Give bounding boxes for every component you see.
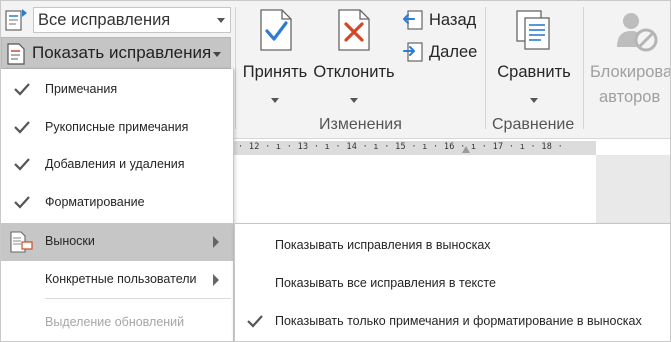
balloons-submenu: Показывать исправления в выносках Показы… xyxy=(234,223,670,341)
checkmark-icon xyxy=(14,83,30,96)
compare-button[interactable]: Сравнить xyxy=(491,7,577,111)
submenu-item-comments-formatting-in-balloons[interactable]: Показывать только примечания и форматиро… xyxy=(235,302,670,340)
balloons-icon xyxy=(10,231,33,253)
previous-change-button[interactable]: Назад xyxy=(403,9,481,33)
show-markup-icon xyxy=(7,43,25,65)
menu-item-formatting[interactable]: Форматирование xyxy=(1,184,233,222)
next-label: Далее xyxy=(429,43,478,61)
previous-icon xyxy=(403,10,423,30)
ribbon-separator xyxy=(583,7,584,129)
submenu-item-label: Показывать все исправления в тексте xyxy=(275,276,496,290)
accept-icon xyxy=(260,9,292,51)
checkmark-icon xyxy=(14,121,30,134)
group-label-compare: Сравнение xyxy=(492,116,575,133)
compare-label: Сравнить xyxy=(497,63,571,81)
block-authors-label-line1: Блокирова xyxy=(590,63,671,81)
reject-label: Отклонить xyxy=(313,63,395,81)
horizontal-ruler[interactable]: · 12 · ı · 13 · ı · 14 · ı · 15 · ı · 16… xyxy=(234,141,596,155)
menu-divider xyxy=(45,298,231,299)
group-label-changes: Изменения xyxy=(319,116,402,133)
ruler-marks: · 12 · ı · 13 · ı · 14 · ı · 15 · ı · 16… xyxy=(238,142,564,152)
ribbon-separator xyxy=(235,7,236,129)
accept-label: Принять xyxy=(242,63,308,81)
menu-item-label: Примечания xyxy=(45,82,118,96)
menu-item-insertions-deletions[interactable]: Добавления и удаления xyxy=(1,146,233,184)
menu-item-label: Форматирование xyxy=(45,195,145,209)
menu-item-comments[interactable]: Примечания xyxy=(1,71,233,109)
indent-marker-icon[interactable] xyxy=(462,146,470,153)
display-for-review-row: Все исправления xyxy=(3,5,231,35)
show-markup-menu: Примечания Рукописные примечания Добавле… xyxy=(1,69,234,341)
menu-item-balloons[interactable]: Выноски xyxy=(1,223,233,261)
chevron-down-icon xyxy=(271,98,279,103)
submenu-item-all-inline[interactable]: Показывать все исправления в тексте xyxy=(235,264,670,302)
menu-item-label: Добавления и удаления xyxy=(45,157,185,171)
next-icon xyxy=(403,42,423,62)
display-for-review-icon xyxy=(5,9,27,31)
submenu-item-label: Показывать только примечания и форматиро… xyxy=(275,314,642,328)
menu-item-highlight-updates: Выделение обновлений xyxy=(1,304,233,341)
chevron-down-icon xyxy=(350,98,358,103)
show-markup-button[interactable]: Показать исправления xyxy=(1,37,231,69)
show-markup-label: Показать исправления xyxy=(32,43,212,62)
checkmark-icon xyxy=(14,158,30,171)
reject-icon xyxy=(338,9,370,51)
menu-item-label: Выноски xyxy=(45,234,95,248)
submenu-item-label: Показывать исправления в выносках xyxy=(275,238,491,252)
reject-button[interactable]: Отклонить xyxy=(312,7,396,111)
block-authors-label-line2: авторов xyxy=(599,88,661,106)
block-authors-icon xyxy=(617,13,658,52)
menu-item-label: Рукописные примечания xyxy=(45,120,189,134)
checkmark-icon xyxy=(14,196,30,209)
compare-icon xyxy=(516,10,550,50)
display-for-review-combo[interactable]: Все исправления xyxy=(33,7,231,33)
submenu-item-revisions-in-balloons[interactable]: Показывать исправления в выносках xyxy=(235,226,670,264)
next-change-button[interactable]: Далее xyxy=(403,41,481,65)
chevron-down-icon xyxy=(530,98,538,103)
menu-item-label: Конкретные пользователи xyxy=(45,272,197,286)
submenu-arrow-icon xyxy=(213,236,219,248)
checkmark-icon xyxy=(247,315,263,328)
submenu-arrow-icon xyxy=(213,274,219,286)
accept-button[interactable]: Принять xyxy=(239,7,311,111)
block-authors-button[interactable]: Блокирова авторов xyxy=(587,7,671,111)
chevron-down-icon xyxy=(217,18,225,23)
combo-value: Все исправления xyxy=(38,11,171,29)
menu-item-ink[interactable]: Рукописные примечания xyxy=(1,109,233,147)
menu-item-specific-people[interactable]: Конкретные пользователи xyxy=(1,261,233,299)
word-review-window: Все исправления Показать исправления При… xyxy=(0,0,671,342)
menu-item-label: Выделение обновлений xyxy=(45,315,185,329)
chevron-down-icon xyxy=(213,52,221,57)
ribbon-separator xyxy=(485,7,486,129)
previous-label: Назад xyxy=(429,11,477,29)
